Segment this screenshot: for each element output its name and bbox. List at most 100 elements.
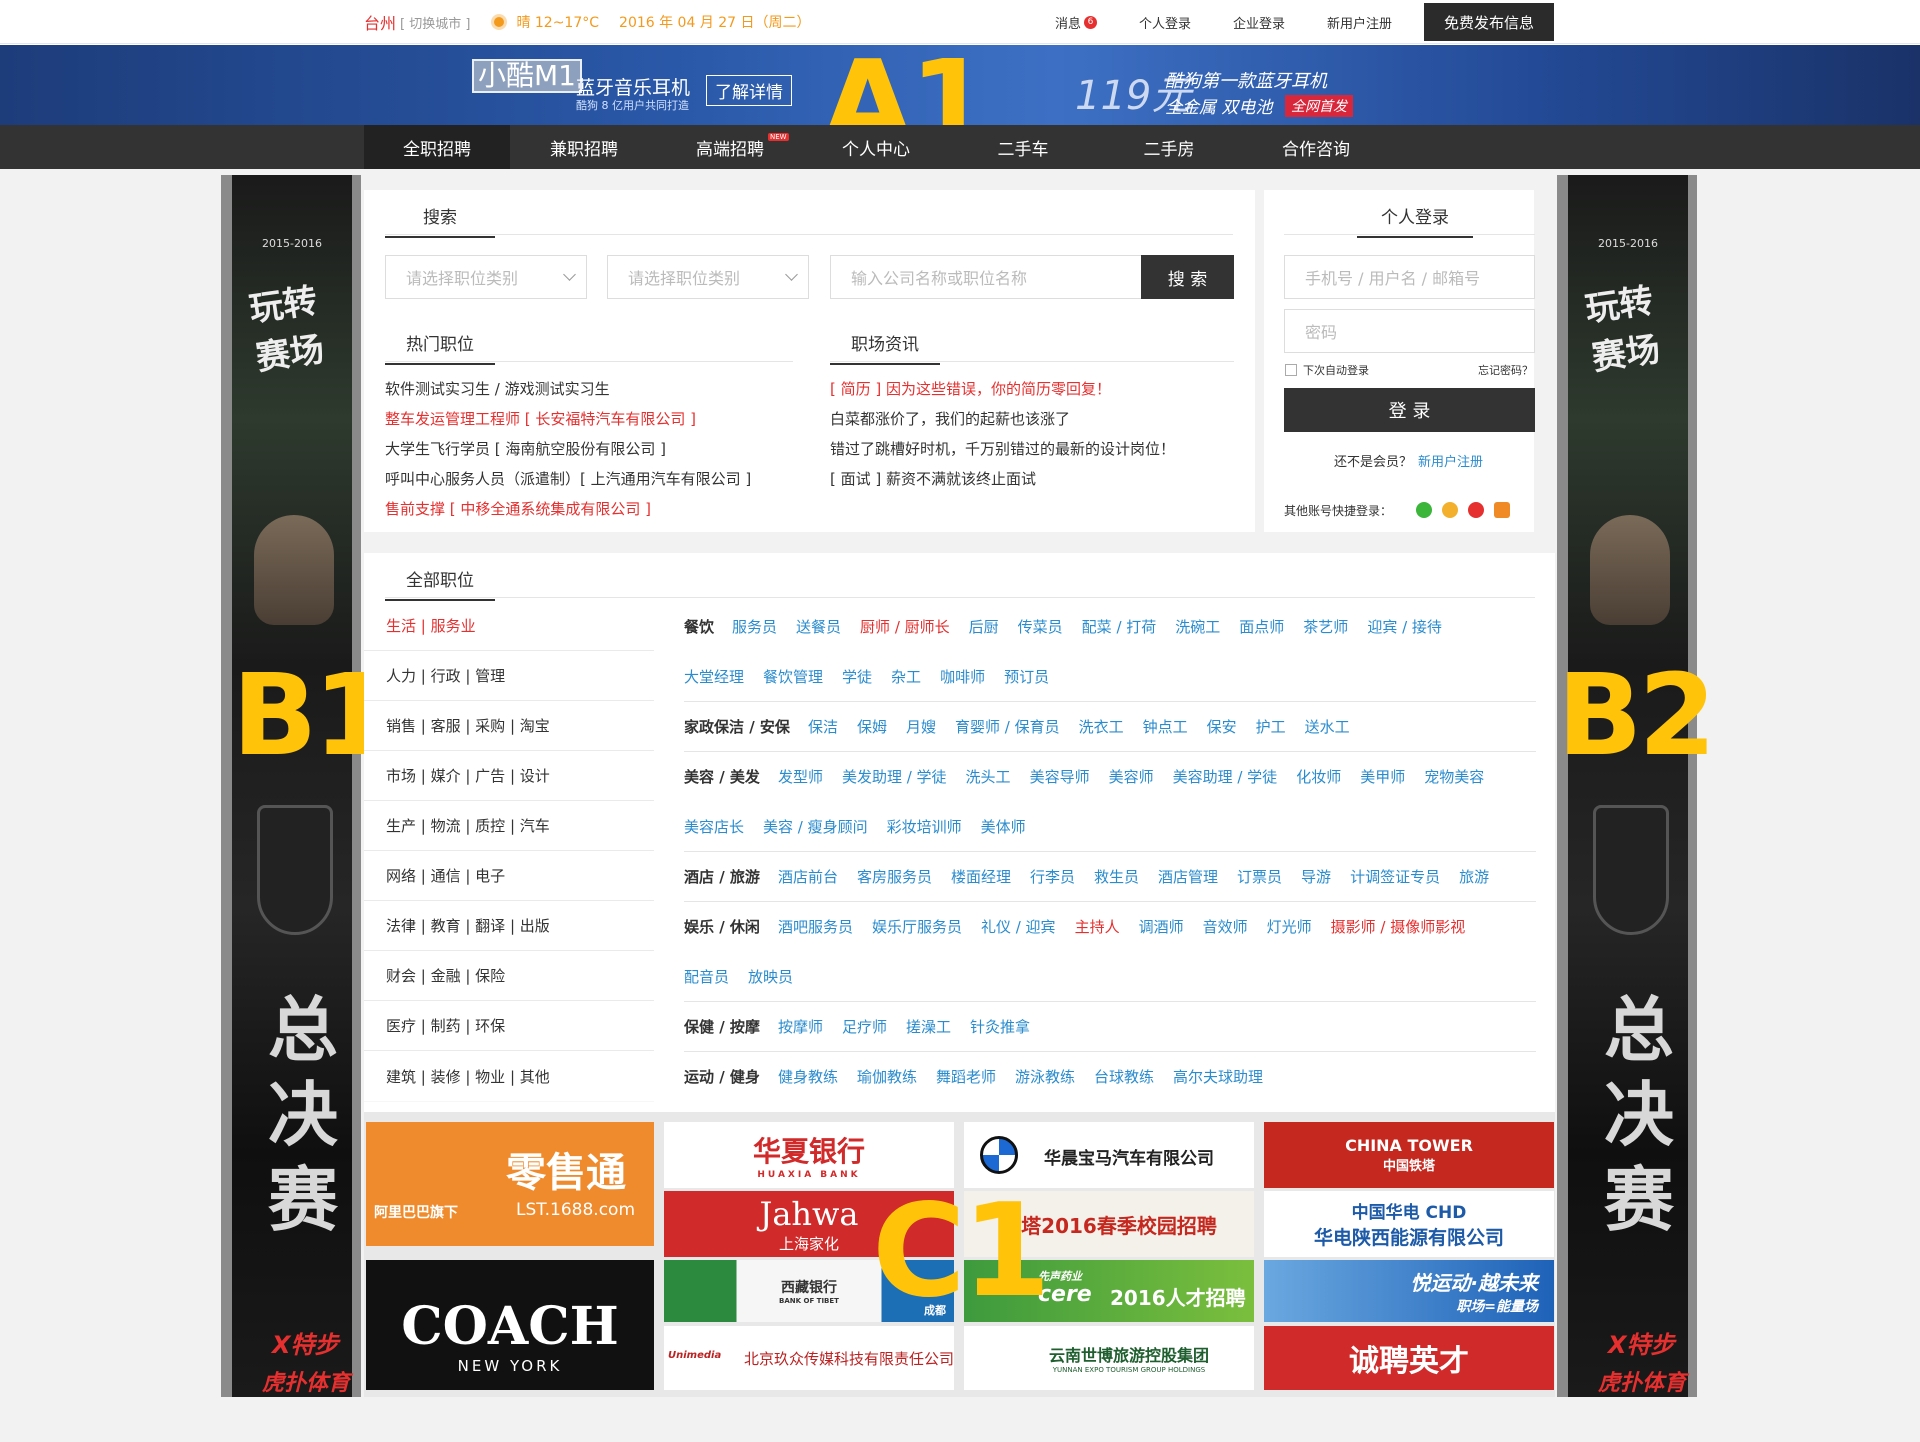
job-link[interactable]: 足疗师 [842,1016,887,1037]
nav-cooperation[interactable]: 合作咨询 [1243,125,1389,169]
category-item[interactable]: 医疗 | 制药 | 环保 [364,1001,654,1051]
right-side-ad[interactable]: 2015-2016 玩转赛场 总 决 赛 X特步 虎扑体育 [1557,175,1697,1397]
category-select-2[interactable]: 请选择职位类别 [607,255,809,299]
job-link[interactable]: 娱乐厅服务员 [872,916,962,937]
job-link[interactable]: 健身教练 [778,1066,838,1087]
job-row-heading[interactable]: 娱乐 / 休闲 [684,916,760,937]
job-link[interactable]: 面点师 [1239,616,1284,637]
job-row-heading[interactable]: 酒店 / 旅游 [684,866,760,887]
category-item[interactable]: 法律 | 教育 | 翻译 | 出版 [364,901,654,951]
unimedia-ad[interactable]: Unimedia 北京玖众传媒科技有限责任公司 [664,1326,954,1390]
job-link[interactable]: 美发助理 / 学徒 [842,766,947,787]
company-login-link[interactable]: 企业登录 [1233,13,1285,32]
job-link[interactable]: 保安 [1207,716,1237,737]
job-link[interactable]: 酒吧服务员 [778,916,853,937]
weibo-icon[interactable] [1468,502,1484,518]
sport-ad[interactable]: 悦运动·越未来 职场=能量场 [1264,1260,1554,1322]
category-item[interactable]: 生产 | 物流 | 质控 | 汽车 [364,801,654,851]
job-link[interactable]: 美体师 [981,816,1026,837]
job-row-heading[interactable]: 保健 / 按摩 [684,1016,760,1037]
username-input[interactable]: 手机号 / 用户名 / 邮箱号 [1284,255,1535,299]
auto-login-checkbox[interactable] [1285,364,1297,376]
job-link[interactable]: 美容助理 / 学徒 [1173,766,1278,787]
publish-button[interactable]: 免费发布信息 [1424,3,1554,41]
job-link[interactable]: 预订员 [1004,666,1049,687]
forgot-password-link[interactable]: 忘记密码？ [1478,362,1533,378]
job-link[interactable]: 化妆师 [1296,766,1341,787]
job-link[interactable]: 发型师 [778,766,823,787]
job-link[interactable]: 送餐员 [796,616,841,637]
messages-link[interactable]: 消息 6 [1055,13,1097,32]
job-link[interactable]: 高尔夫球助理 [1173,1066,1263,1087]
job-link[interactable]: 搓澡工 [906,1016,951,1037]
job-link[interactable]: 美容师 [1109,766,1154,787]
job-link[interactable]: 餐饮管理 [763,666,823,687]
job-link[interactable]: 美容店长 [684,816,744,837]
job-link[interactable]: 保姆 [857,716,887,737]
nav-parttime[interactable]: 兼职招聘 [511,125,657,169]
news-item[interactable]: 白菜都涨价了，我们的起薪也该涨了 [830,404,1240,434]
job-link[interactable]: 针灸推拿 [970,1016,1030,1037]
password-input[interactable]: 密码 [1284,309,1535,353]
job-link[interactable]: 育婴师 / 保育员 [955,716,1060,737]
register-link[interactable]: 新用户注册 [1327,13,1392,32]
keyword-input[interactable]: 输入公司名称或职位名称 [830,255,1142,299]
job-link[interactable]: 游泳教练 [1015,1066,1075,1087]
category-select-1[interactable]: 请选择职位类别 [385,255,587,299]
job-link[interactable]: 台球教练 [1094,1066,1154,1087]
banner-cta-button[interactable]: 了解详情 [706,75,792,106]
hot-job-item[interactable]: 整车发运管理工程师 [ 长安福特汽车有限公司 ] [385,404,795,434]
chd-ad[interactable]: 中国华电 CHD 华电陕西能源有限公司 [1264,1191,1554,1257]
china-tower-ad[interactable]: CHINA TOWER 中国铁塔 [1264,1122,1554,1188]
job-link[interactable]: 酒店管理 [1158,866,1218,887]
nav-fulltime[interactable]: 全职招聘 [364,125,510,169]
nav-used-houses[interactable]: 二手房 [1096,125,1242,169]
job-link[interactable]: 茶艺师 [1303,616,1348,637]
hot-job-item[interactable]: 软件测试实习生 / 游戏测试实习生 [385,374,795,404]
job-link[interactable]: 洗衣工 [1079,716,1124,737]
job-link[interactable]: 钟点工 [1143,716,1188,737]
job-link[interactable]: 服务员 [732,616,777,637]
job-link[interactable]: 计调签证专员 [1350,866,1440,887]
hot-job-item[interactable]: 大学生飞行学员 [ 海南航空股份有限公司 ] [385,434,795,464]
qq-icon[interactable] [1442,502,1458,518]
login-button[interactable]: 登 录 [1284,388,1535,432]
job-link[interactable]: 舞蹈老师 [936,1066,996,1087]
job-link[interactable]: 彩妆培训师 [887,816,962,837]
switch-city-link[interactable]: [ 切换城市 ] [400,13,470,32]
renren-icon[interactable] [1494,502,1510,518]
job-link[interactable]: 主持人 [1075,916,1120,937]
job-row-heading[interactable]: 运动 / 健身 [684,1066,760,1087]
job-link[interactable]: 厨师 / 厨师长 [860,616,950,637]
hiring-ad[interactable]: 诚聘英才 [1264,1326,1554,1390]
category-item[interactable]: 建筑 | 装修 | 物业 | 其他 [364,1051,654,1101]
wechat-icon[interactable] [1416,502,1432,518]
job-link[interactable]: 酒店前台 [778,866,838,887]
job-link[interactable]: 瑜伽教练 [857,1066,917,1087]
job-row-heading[interactable]: 餐饮 [684,616,714,637]
job-link[interactable]: 护工 [1256,716,1286,737]
job-link[interactable]: 行李员 [1030,866,1075,887]
personal-login-link[interactable]: 个人登录 [1139,13,1191,32]
job-link[interactable]: 调酒师 [1139,916,1184,937]
job-link[interactable]: 宠物美容 [1424,766,1484,787]
category-item[interactable]: 生活 | 服务业 [364,601,654,651]
job-link[interactable]: 客房服务员 [857,866,932,887]
yunnan-expo-ad[interactable]: 云南世博旅游控股集团 YUNNAN EXPO TOURISM GROUP HOL… [964,1326,1254,1390]
job-link[interactable]: 月嫂 [906,716,936,737]
job-link[interactable]: 摄影师 / 摄像师影视 [1331,916,1466,937]
job-row-heading[interactable]: 美容 / 美发 [684,766,760,787]
nav-highend[interactable]: 高端招聘 [657,125,803,169]
left-side-ad[interactable]: 2015-2016 玩转赛场 总 决 赛 X特步 虎扑体育 [221,175,361,1397]
job-link[interactable]: 送水工 [1305,716,1350,737]
job-link[interactable]: 迎宾 / 接待 [1367,616,1442,637]
job-link[interactable]: 洗碗工 [1175,616,1220,637]
current-city[interactable]: 台州 [364,10,396,34]
job-link[interactable]: 配音员 [684,966,729,987]
category-item[interactable]: 财会 | 金融 | 保险 [364,951,654,1001]
job-row-heading[interactable]: 家政保洁 / 安保 [684,716,790,737]
news-item[interactable]: 错过了跳槽好时机，千万别错过的最新的设计岗位！ [830,434,1240,464]
job-link[interactable]: 洗头工 [966,766,1011,787]
alibaba-lst-ad[interactable]: 零售通 阿里巴巴旗下 LST.1688.com [366,1122,654,1246]
job-link[interactable]: 导游 [1301,866,1331,887]
